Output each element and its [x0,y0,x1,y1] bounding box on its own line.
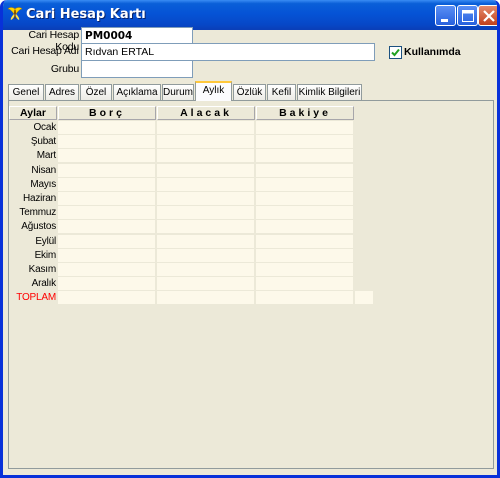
borc-cell[interactable] [58,235,156,249]
header-borc[interactable]: Borç [58,106,156,120]
tab-ozluk[interactable]: Özlük [233,84,266,100]
bakiye-cell[interactable] [256,249,354,263]
total-extra-cell [355,291,374,305]
tab-aciklama[interactable]: Açıklama [113,84,161,100]
month-label: Mayıs [30,179,56,190]
borc-cell[interactable] [58,220,156,234]
borc-cell[interactable] [58,178,156,192]
alacak-cell[interactable] [157,291,255,305]
borc-cell[interactable] [58,206,156,220]
alacak-cell[interactable] [157,164,255,178]
maximize-icon [462,10,474,22]
bakiye-cell[interactable] [256,149,354,163]
bakiye-cell[interactable] [256,263,354,277]
bakiye-cell[interactable] [256,121,354,135]
month-label: Temmuz [19,207,56,218]
app-icon [7,7,23,20]
close-icon [483,10,495,22]
tab-ozel[interactable]: Özel [80,84,112,100]
alacak-cell[interactable] [157,249,255,263]
header-aylar[interactable]: Aylar [9,106,57,120]
month-label: Aralık [31,278,57,289]
active-checkbox-label: Kullanımda [404,46,461,58]
month-label: Mart [36,150,56,161]
borc-cell[interactable] [58,249,156,263]
minimize-button[interactable] [435,5,456,26]
header-alacak[interactable]: Alacak [157,106,255,120]
alacak-cell[interactable] [157,121,255,135]
bakiye-cell[interactable] [256,277,354,291]
borc-cell[interactable] [58,149,156,163]
alacak-cell[interactable] [157,178,255,192]
alacak-cell[interactable] [157,263,255,277]
account-name-label: Cari Hesap Adı [11,45,79,57]
bakiye-cell[interactable] [256,192,354,206]
minimize-icon [441,19,448,22]
tab-aylik[interactable]: Aylık [195,81,232,101]
borc-cell[interactable] [58,121,156,135]
bakiye-cell[interactable] [256,135,354,149]
maximize-button[interactable] [457,5,478,26]
month-label: Ocak [33,122,56,133]
checkmark-icon [391,48,400,57]
month-label: Haziran [22,193,56,204]
borc-cell[interactable] [58,192,156,206]
borc-cell[interactable] [58,135,156,149]
alacak-cell[interactable] [157,277,255,291]
alacak-cell[interactable] [157,220,255,234]
title-bar[interactable]: Cari Hesap Kartı [3,0,497,30]
alacak-cell[interactable] [157,235,255,249]
tab-kefil[interactable]: Kefil [267,84,296,100]
tab-kimlik-bilgileri[interactable]: Kimlik Bilgileri [297,84,362,100]
account-name-field[interactable]: Rıdvan ERTAL [81,43,375,61]
header-bakiye[interactable]: Bakiye [256,106,354,120]
close-button[interactable] [478,5,497,26]
group-label: Grubu [50,63,79,75]
borc-cell[interactable] [58,277,156,291]
bakiye-cell[interactable] [256,235,354,249]
month-label: Eylül [35,236,56,247]
active-checkbox[interactable] [389,46,402,59]
month-label: Şubat [30,136,56,147]
month-label: Nisan [31,165,56,176]
borc-cell[interactable] [58,263,156,277]
month-label: Ağustos [21,221,56,232]
tab-adres[interactable]: Adres [45,84,79,100]
window-title: Cari Hesap Kartı [26,7,146,22]
borc-cell[interactable] [58,291,156,305]
bakiye-cell[interactable] [256,220,354,234]
bakiye-cell[interactable] [256,206,354,220]
account-card-window: Cari Hesap Kartı Cari Hesap Kodu PM0004 … [0,0,500,478]
bakiye-cell[interactable] [256,178,354,192]
bakiye-cell[interactable] [256,291,354,305]
bakiye-cell[interactable] [256,164,354,178]
alacak-cell[interactable] [157,206,255,220]
alacak-cell[interactable] [157,135,255,149]
month-label: Kasım [28,264,57,275]
total-row-label: TOPLAM [16,292,56,303]
group-field[interactable] [81,60,193,78]
alacak-cell[interactable] [157,192,255,206]
month-label: Ekim [34,250,57,261]
tab-durum[interactable]: Durum [162,84,194,100]
borc-cell[interactable] [58,164,156,178]
tab-genel[interactable]: Genel [8,84,44,100]
alacak-cell[interactable] [157,149,255,163]
